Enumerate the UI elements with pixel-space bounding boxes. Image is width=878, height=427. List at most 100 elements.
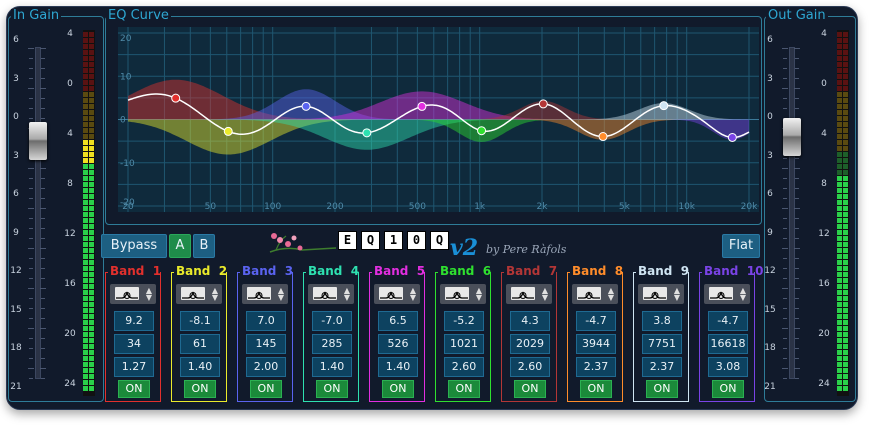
band-9-handle[interactable] <box>659 101 669 111</box>
meter-segment <box>837 236 842 241</box>
band-gain-field[interactable]: 3.8 <box>642 311 682 331</box>
band-1-handle[interactable] <box>171 93 181 103</box>
band-on-button[interactable]: ON <box>316 380 348 398</box>
band-frequency-field[interactable]: 61 <box>180 334 220 354</box>
band-q-field[interactable]: 1.40 <box>180 357 220 377</box>
up-down-arrows-icon[interactable]: ▲ ▼ <box>608 287 614 302</box>
band-frequency-field[interactable]: 34 <box>114 334 154 354</box>
up-down-arrows-icon[interactable]: ▲ ▼ <box>344 287 350 302</box>
band-q-field[interactable]: 1.40 <box>378 357 418 377</box>
up-down-arrows-icon[interactable]: ▲ ▼ <box>278 287 284 302</box>
band-q-field[interactable]: 2.60 <box>510 357 550 377</box>
band-on-button[interactable]: ON <box>448 380 480 398</box>
band-q-field[interactable]: 2.37 <box>576 357 616 377</box>
meter-segment <box>843 134 848 139</box>
band-q-field[interactable]: 2.37 <box>642 357 682 377</box>
band-q-field[interactable]: 3.08 <box>708 357 748 377</box>
band-on-button[interactable]: ON <box>580 380 612 398</box>
band-on-button[interactable]: ON <box>118 380 150 398</box>
band-gain-field[interactable]: 9.2 <box>114 311 154 331</box>
out-gain-fader-knob[interactable] <box>783 118 801 156</box>
filter-type-selector[interactable]: ▲ ▼ <box>440 284 486 304</box>
meter-segment <box>843 80 848 85</box>
meter-segment <box>837 320 842 325</box>
meter-segment <box>837 206 842 211</box>
filter-type-selector[interactable]: ▲ ▼ <box>110 284 156 304</box>
band-frequency-field[interactable]: 1021 <box>444 334 484 354</box>
band-7-handle[interactable] <box>538 99 548 109</box>
band-8-handle[interactable] <box>598 132 608 142</box>
band-gain-field[interactable]: -4.7 <box>708 311 748 331</box>
band-gain-field[interactable]: -5.2 <box>444 311 484 331</box>
band-q-field[interactable]: 1.40 <box>312 357 352 377</box>
band-on-button[interactable]: ON <box>712 380 744 398</box>
eq-curve-plot[interactable]: 20100-10-2020 50 100 200 500 1k 2k 5k 10k 20k <box>118 27 759 212</box>
band-frequency-field[interactable]: 285 <box>312 334 352 354</box>
filter-type-selector[interactable]: ▲ ▼ <box>704 284 750 304</box>
band-gain-field[interactable]: -7.0 <box>312 311 352 331</box>
fader-tick <box>795 228 799 229</box>
up-down-arrows-icon[interactable]: ▲ ▼ <box>476 287 482 302</box>
fader-tick <box>29 338 33 339</box>
band-q-field[interactable]: 2.00 <box>246 357 286 377</box>
band-on-button[interactable]: ON <box>382 380 414 398</box>
preset-a-button[interactable]: A <box>169 234 191 258</box>
eq-curve-graph[interactable]: 20 10 0 -10 -20 20 50 100 200 500 1k 2k 5k 10k 20k <box>118 27 759 212</box>
flat-button[interactable]: Flat <box>722 234 760 258</box>
band-title: Band 4 <box>306 264 360 278</box>
band-frequency-field[interactable]: 526 <box>378 334 418 354</box>
band-q-field[interactable]: 2.60 <box>444 357 484 377</box>
up-down-arrows-icon[interactable]: ▲ ▼ <box>410 287 416 302</box>
bypass-button[interactable]: Bypass <box>101 234 167 258</box>
band-gain-field[interactable]: 4.3 <box>510 311 550 331</box>
band-frequency-field[interactable]: 145 <box>246 334 286 354</box>
meter-segment <box>837 104 842 109</box>
up-down-arrows-icon[interactable]: ▲ ▼ <box>674 287 680 302</box>
band-on-button[interactable]: ON <box>250 380 282 398</box>
meter-segment <box>83 332 88 337</box>
meter-segment <box>83 278 88 283</box>
up-down-arrows-icon[interactable]: ▲ ▼ <box>740 287 746 302</box>
band-6-handle[interactable] <box>477 126 487 136</box>
band-gain-field[interactable]: -8.1 <box>180 311 220 331</box>
band-on-button[interactable]: ON <box>184 380 216 398</box>
meter-scale-label: 0 <box>67 79 73 89</box>
fader-tick <box>28 168 34 169</box>
band-gain-field[interactable]: 6.5 <box>378 311 418 331</box>
band-frequency-field[interactable]: 7751 <box>642 334 682 354</box>
meter-segment <box>89 116 94 121</box>
band-frequency-field[interactable]: 3944 <box>576 334 616 354</box>
meter-segment <box>83 32 88 37</box>
filter-type-selector[interactable]: ▲ ▼ <box>572 284 618 304</box>
meter-segment <box>83 62 88 67</box>
band-title: Band 6 <box>438 264 492 278</box>
filter-type-selector[interactable]: ▲ ▼ <box>506 284 552 304</box>
preset-b-button[interactable]: B <box>193 234 215 258</box>
band-on-button[interactable]: ON <box>646 380 678 398</box>
up-down-arrows-icon[interactable]: ▲ ▼ <box>212 287 218 302</box>
band-gain-field[interactable]: 7.0 <box>246 311 286 331</box>
band-3-handle[interactable] <box>301 101 311 111</box>
band-4-handle[interactable] <box>362 128 372 138</box>
band-frequency-field[interactable]: 2029 <box>510 334 550 354</box>
filter-type-selector[interactable]: ▲ ▼ <box>242 284 288 304</box>
band-10-handle[interactable] <box>727 132 737 142</box>
fader-scale-label: 3 <box>767 150 773 161</box>
filter-type-selector[interactable]: ▲ ▼ <box>308 284 354 304</box>
band-2-handle[interactable] <box>223 126 233 136</box>
fader-tick <box>40 88 46 89</box>
band-q-field[interactable]: 1.27 <box>114 357 154 377</box>
band-5-handle[interactable] <box>417 101 427 111</box>
meter-segment <box>843 320 848 325</box>
band-gain-field[interactable]: -4.7 <box>576 311 616 331</box>
meter-segment <box>83 206 88 211</box>
up-down-arrows-icon[interactable]: ▲ ▼ <box>146 287 152 302</box>
in-gain-fader-knob[interactable] <box>29 122 47 160</box>
band-title: Band 2 <box>174 264 228 278</box>
band-frequency-field[interactable]: 16618 <box>708 334 748 354</box>
up-down-arrows-icon[interactable]: ▲ ▼ <box>542 287 548 302</box>
filter-type-selector[interactable]: ▲ ▼ <box>638 284 684 304</box>
filter-type-selector[interactable]: ▲ ▼ <box>374 284 420 304</box>
filter-type-selector[interactable]: ▲ ▼ <box>176 284 222 304</box>
band-on-button[interactable]: ON <box>514 380 546 398</box>
